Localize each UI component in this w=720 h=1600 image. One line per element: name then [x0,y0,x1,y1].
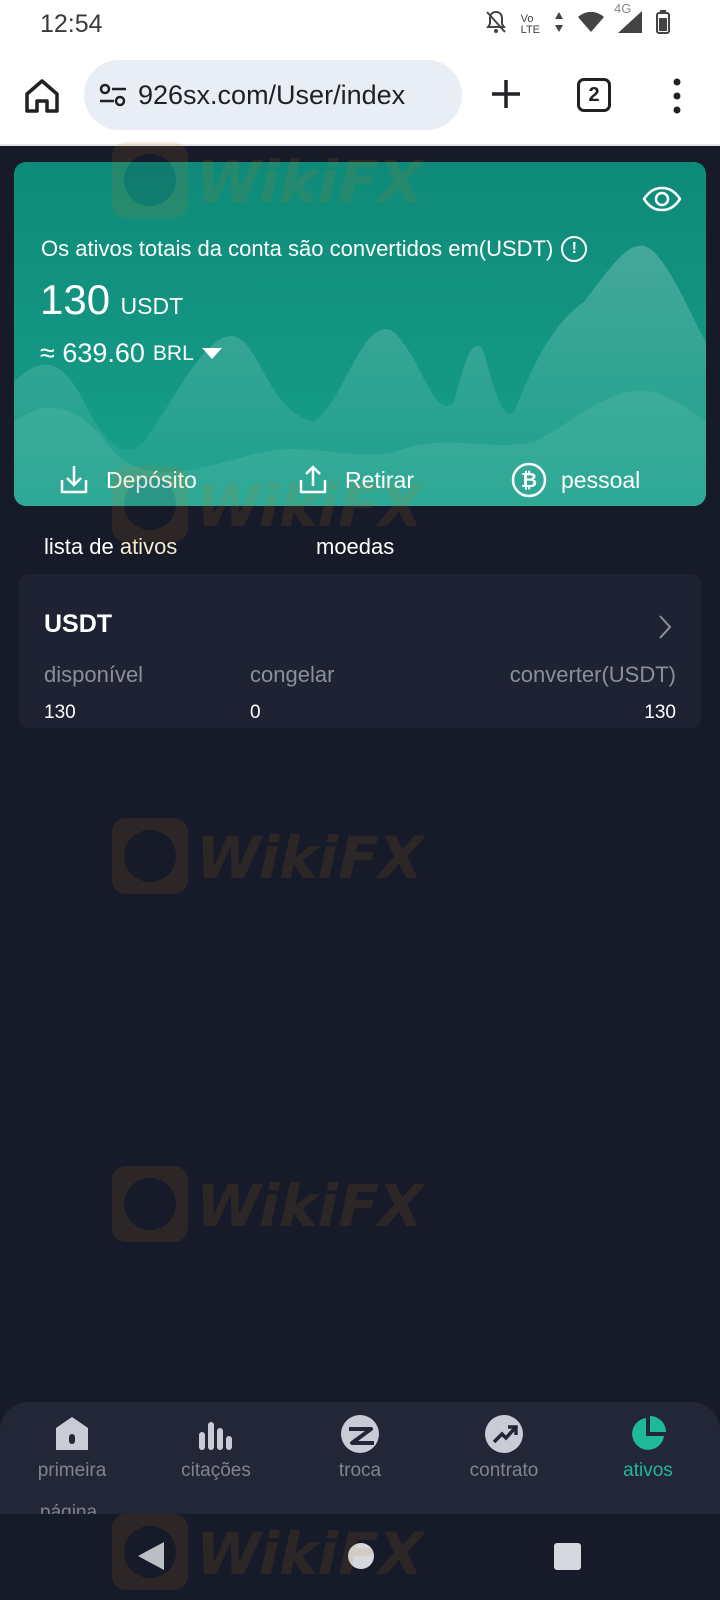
nav-item-quotes[interactable]: citações [146,1414,286,1482]
upload-icon [299,465,327,494]
personal-label: pessoal [561,466,641,493]
nav-label-quotes: citações [181,1460,251,1481]
bottom-navigation: primeira citações troca contrato ativos … [0,1402,720,1514]
withdraw-label: Retirar [345,466,415,493]
personal-button[interactable]: ₿ pessoal [511,462,640,498]
cell-4g-icon: 4G [614,2,642,38]
notifications-off-icon [485,10,507,39]
asset-list-item[interactable]: USDT disponível congelar converter(USDT)… [18,574,702,728]
data-arrows-icon [554,11,564,38]
card-actions: Depósito Retirar ₿ pessoal [14,462,706,506]
fiat-value: ≈ 639.60 [40,338,145,368]
new-tab-button[interactable] [488,76,524,112]
card-mountain-background [14,245,706,506]
system-navigation-bar: WikiFX [0,1514,720,1600]
status-time: 12:54 [40,10,103,38]
bar-chart-icon [199,1422,232,1450]
tab-switcher-button[interactable]: 2 [577,78,611,112]
total-assets-label: Os ativos totais da conta são convertido… [41,236,554,261]
volte-line2: LTE [520,23,540,36]
converted-label: converter(USDT) [509,662,676,687]
wifi-icon [578,11,604,37]
balance-row: 130 USDT [40,276,183,324]
pie-chart-icon [632,1416,666,1450]
watermark-text: WikiFX [189,825,430,892]
tab-asset-list-highlight: ativos [119,534,178,559]
home-icon [56,1417,88,1450]
back-icon[interactable] [136,1540,166,1572]
browser-toolbar: 926sx.com/User/index 2 [0,48,720,146]
browser-home-button[interactable] [22,76,62,116]
balance-value: 130 [40,276,111,323]
eye-icon [642,186,682,212]
deposit-label: Depósito [106,466,197,493]
status-bar: 12:54 Vo LTE 4G [0,0,720,48]
tab-coins[interactable]: moedas [316,534,394,560]
nav-item-contract[interactable]: contrato [434,1414,574,1482]
coin-name: USDT [44,610,113,638]
site-settings-icon[interactable] [98,82,128,108]
nav-label-contract: contrato [469,1460,539,1481]
caret-down-icon [201,348,222,359]
network-label: 4G [614,1,632,16]
exchange-icon [341,1415,379,1453]
nav-item-exchange[interactable]: troca [290,1414,430,1482]
nav-label-assets: ativos [623,1460,673,1481]
converted-value: 130 [644,702,676,723]
battery-icon [656,10,670,39]
watermark-text: WikiFX [189,1521,430,1588]
toggle-visibility-button[interactable] [642,186,682,212]
nav-label-exchange: troca [338,1460,382,1481]
watermark-logo: WikiFX [112,818,430,894]
url-text: 926sx.com/User/index [138,80,406,110]
bitcoin-icon: ₿ [511,462,547,498]
fiat-conversion-selector[interactable]: ≈ 639.60 BRL [40,338,222,369]
tab-asset-list[interactable]: lista de ativos [44,534,177,560]
frozen-label: congelar [250,662,335,687]
withdraw-button[interactable]: Retirar [295,462,414,498]
svg-text:₿: ₿ [521,468,537,492]
watermark-text: WikiFX [189,1173,430,1240]
nav-label-home: primeira [37,1460,107,1481]
home-outline-icon [25,79,59,113]
trend-up-icon [485,1415,523,1453]
deposit-button[interactable]: Depósito [56,462,197,498]
page-content: Os ativos totais da conta são convertido… [0,142,720,1514]
fiat-unit: BRL [152,341,194,365]
balance-unit: USDT [120,293,184,319]
total-assets-card: Os ativos totais da conta são convertido… [14,162,706,506]
browser-menu-button[interactable] [662,74,692,118]
frozen-value: 0 [250,702,261,723]
nav-item-home[interactable]: primeira [2,1414,142,1482]
available-value: 130 [44,702,76,723]
more-vertical-icon [673,78,681,114]
watermark-logo: WikiFX [112,1166,430,1242]
nav-item-assets[interactable]: ativos [578,1414,718,1482]
recents-square-icon[interactable] [554,1543,581,1570]
status-icons: Vo LTE 4G [485,2,670,39]
total-assets-label-row: Os ativos totais da conta são convertido… [41,236,588,262]
volte-line1: Vo [520,12,534,25]
address-bar[interactable]: 926sx.com/User/index [84,60,462,130]
info-icon[interactable]: ! [561,236,588,262]
volte-icon: Vo LTE [520,12,540,36]
plus-icon [492,80,520,108]
home-circle-icon[interactable] [348,1543,374,1569]
nav-label-home-overflow: página [40,1502,98,1514]
chevron-right-icon [659,615,672,639]
available-label: disponível [44,662,144,687]
tab-asset-list-prefix: lista de [44,534,120,559]
download-icon [60,466,88,494]
